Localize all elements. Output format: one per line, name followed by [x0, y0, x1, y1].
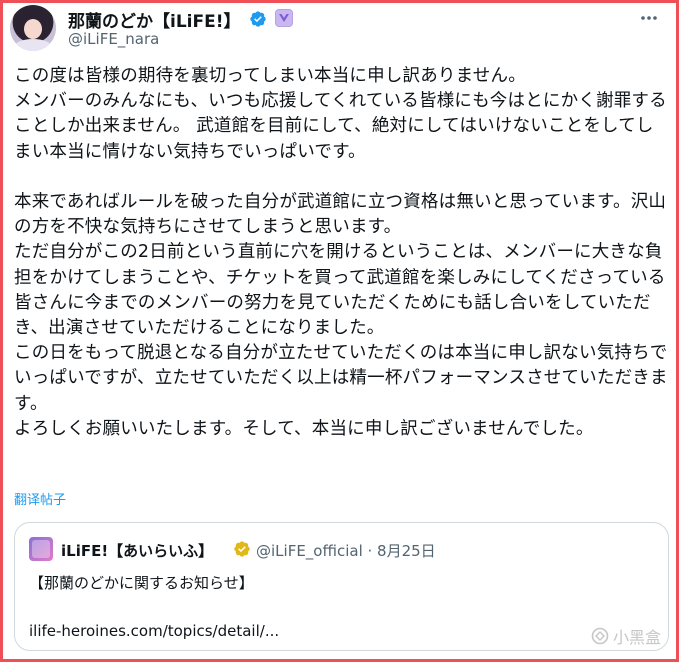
watermark-logo-icon: [591, 627, 609, 645]
affiliate-badge-icon[interactable]: [275, 9, 293, 27]
watermark-text: 小黑盒: [612, 628, 661, 647]
quoted-tweet-link[interactable]: ilife-heroines.com/topics/detail/...: [29, 622, 279, 640]
quoted-tweet-text: 【那蘭のどかに関するお知らせ】: [29, 574, 254, 592]
verified-gold-badge-icon: [234, 541, 250, 557]
tweet-text: この度は皆様の期待を裏切ってしまい本当に申し訳ありません。 メンバーのみんなにも…: [14, 66, 668, 439]
quoted-display-name[interactable]: iLiFE!【あいらいふ】: [61, 540, 213, 561]
more-icon[interactable]: [639, 12, 659, 24]
display-name[interactable]: 那蘭のどか【iLiFE!】: [68, 7, 240, 32]
watermark: 小黑盒: [591, 624, 661, 648]
translate-post-link[interactable]: 翻译帖子: [14, 489, 66, 508]
quoted-handle-date[interactable]: @iLiFE_official · 8月25日: [256, 540, 436, 561]
verified-badge-icon: [250, 11, 266, 27]
quoted-tweet-card[interactable]: iLiFE!【あいらいふ】 @iLiFE_official · 8月25日 【那…: [14, 522, 669, 651]
tweet-header: 那蘭のどか【iLiFE!】 @iLiFE_nara: [10, 5, 665, 51]
avatar[interactable]: [10, 5, 56, 51]
quoted-avatar[interactable]: [29, 537, 53, 561]
user-handle[interactable]: @iLiFE_nara: [68, 30, 159, 48]
